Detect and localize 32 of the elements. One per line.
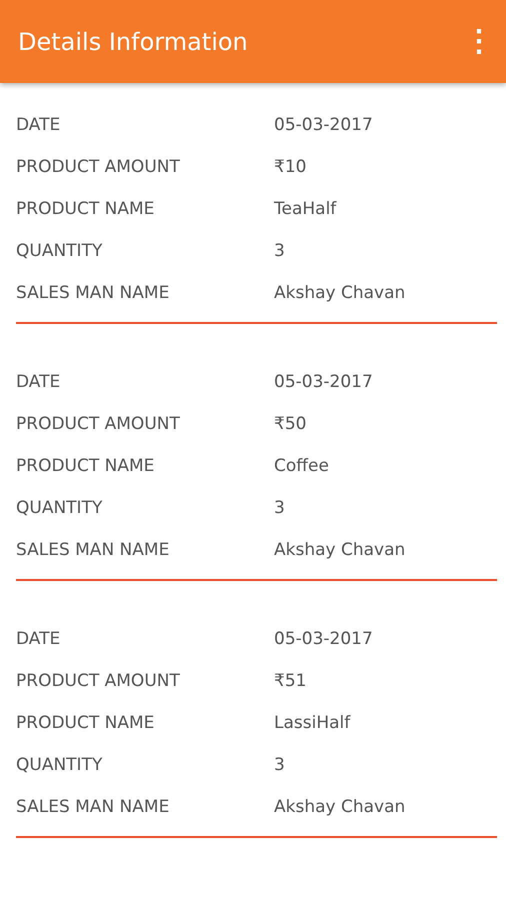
field-value: 05-03-2017 (274, 372, 373, 392)
field-label: QUANTITY (16, 498, 104, 518)
field-label: SALES MAN NAME (16, 540, 170, 560)
field-label: PRODUCT AMOUNT (16, 671, 181, 691)
field-value: Coffee (274, 456, 329, 476)
field-label: PRODUCT AMOUNT (16, 414, 181, 434)
field-label: QUANTITY (16, 755, 104, 775)
field-value: 3 (274, 498, 285, 518)
field-label: PRODUCT AMOUNT (16, 157, 181, 177)
field-label: SALES MAN NAME (16, 283, 170, 303)
field-value: 05-03-2017 (274, 629, 373, 649)
field-value: Akshay Chavan (274, 797, 406, 817)
field-label: DATE (16, 372, 62, 392)
field-value: 05-03-2017 (274, 115, 373, 135)
field-label: PRODUCT NAME (16, 199, 156, 219)
field-label: DATE (16, 629, 62, 649)
field-value: ₹51 (274, 671, 306, 691)
app-title: Details Information (18, 28, 248, 56)
field-value: 3 (274, 755, 285, 775)
field-label: SALES MAN NAME (16, 797, 170, 817)
field-value: ₹10 (274, 157, 306, 177)
field-value: 3 (274, 241, 285, 261)
field-value: Akshay Chavan (274, 283, 406, 303)
field-label: PRODUCT NAME (16, 456, 156, 476)
field-value: TeaHalf (274, 199, 336, 219)
field-value: LassiHalf (274, 713, 350, 733)
field-label: DATE (16, 115, 62, 135)
field-label: PRODUCT NAME (16, 713, 156, 733)
field-value: ₹50 (274, 414, 306, 434)
menu-button[interactable]: ⋮ (460, 26, 498, 56)
field-value: Akshay Chavan (274, 540, 406, 560)
field-label: QUANTITY (16, 241, 104, 261)
